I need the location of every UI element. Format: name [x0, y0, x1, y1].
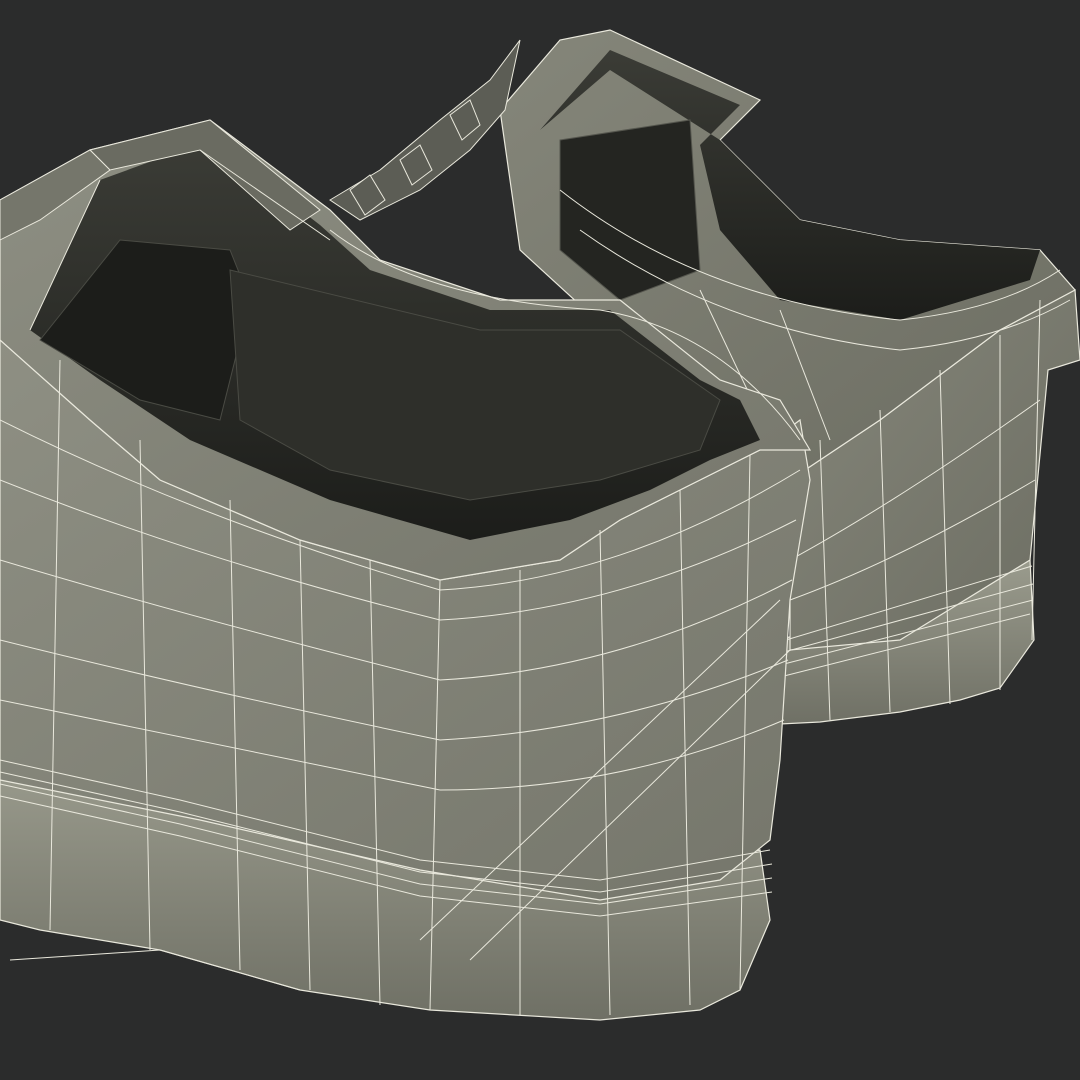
render-viewport [0, 0, 1080, 1080]
back-shoe-laces [329, 39, 521, 221]
shoe-pair-wireframe-illustration [0, 29, 1080, 1021]
